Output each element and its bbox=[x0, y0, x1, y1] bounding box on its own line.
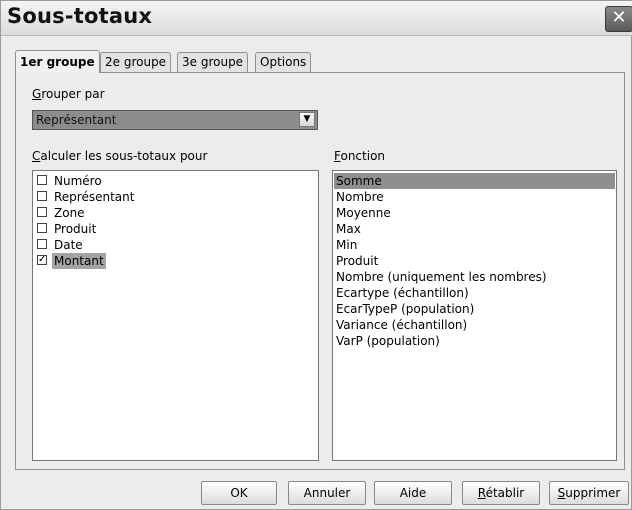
tab-2e-groupe[interactable]: 2e groupe bbox=[100, 52, 172, 72]
dialog-title: Sous-totaux bbox=[7, 4, 153, 28]
group-by-select[interactable]: Représentant ▼ bbox=[32, 110, 318, 130]
chevron-down-icon[interactable]: ▼ bbox=[299, 112, 315, 127]
close-icon[interactable]: ✕ bbox=[605, 6, 632, 32]
tab-3e-groupe[interactable]: 3e groupe bbox=[177, 52, 249, 72]
function-list[interactable]: Somme Nombre Moyenne Max Min Produit Nom… bbox=[332, 170, 617, 461]
function-item-varp[interactable]: VarP (population) bbox=[334, 333, 440, 349]
function-item-ecartypep[interactable]: EcarTypeP (population) bbox=[334, 301, 474, 317]
function-item-somme[interactable]: Somme bbox=[334, 173, 615, 189]
subtotals-for-label: Calculer les sous-totaux pour bbox=[32, 149, 208, 163]
reset-button[interactable]: Rétablir bbox=[462, 481, 540, 505]
checkbox[interactable] bbox=[37, 239, 47, 249]
title-bar[interactable]: Sous-totaux ✕ bbox=[1, 1, 632, 36]
tab-options[interactable]: Options bbox=[255, 52, 312, 72]
subtotals-column-list[interactable]: Numéro Représentant Zone Produit Date ✓ … bbox=[32, 170, 319, 461]
function-label: Fonction bbox=[334, 149, 386, 163]
delete-button[interactable]: Supprimer bbox=[549, 481, 629, 505]
function-item-min[interactable]: Min bbox=[334, 237, 357, 253]
checkbox-checked[interactable]: ✓ bbox=[37, 255, 47, 265]
function-item-produit[interactable]: Produit bbox=[334, 253, 378, 269]
function-item-max[interactable]: Max bbox=[334, 221, 361, 237]
tab-1er-groupe[interactable]: 1er groupe bbox=[15, 50, 100, 73]
group-by-label: Grouper par bbox=[32, 87, 105, 101]
cancel-button[interactable]: Annuler bbox=[288, 481, 366, 505]
checkbox[interactable] bbox=[37, 207, 47, 217]
help-button[interactable]: Aide bbox=[374, 481, 452, 505]
group-by-selected-value: Représentant bbox=[36, 113, 117, 127]
function-item-nombre-nombres[interactable]: Nombre (uniquement les nombres) bbox=[334, 269, 547, 285]
function-item-variance[interactable]: Variance (échantillon) bbox=[334, 317, 467, 333]
function-item-moyenne[interactable]: Moyenne bbox=[334, 205, 391, 221]
checkbox[interactable] bbox=[37, 175, 47, 185]
subtotals-dialog: Sous-totaux ✕ 1er groupe 2e groupe 3e gr… bbox=[0, 0, 632, 510]
checkbox[interactable] bbox=[37, 223, 47, 233]
ok-button[interactable]: OK bbox=[201, 481, 277, 505]
function-item-nombre[interactable]: Nombre bbox=[334, 189, 384, 205]
function-item-ecartype[interactable]: Ecartype (échantillon) bbox=[334, 285, 469, 301]
checkbox[interactable] bbox=[37, 191, 47, 201]
